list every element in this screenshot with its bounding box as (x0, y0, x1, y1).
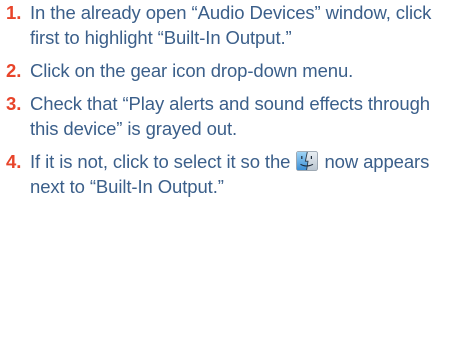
step-number: 4. (6, 151, 22, 172)
step-text-before-icon: If it is not, click to select it so the (30, 151, 291, 172)
step-number: 2. (6, 60, 22, 81)
instruction-list: 1. In the already open “Audio Devices” w… (6, 0, 456, 199)
step-text: Click on the gear icon drop-down menu. (30, 60, 354, 81)
step-text: In the already open “Audio Devices” wind… (30, 2, 432, 48)
step-item: 1. In the already open “Audio Devices” w… (6, 0, 456, 50)
step-text: Check that “Play alerts and sound effect… (30, 93, 430, 139)
step-item: 2. Click on the gear icon drop-down menu… (6, 58, 456, 83)
finder-icon (296, 151, 319, 171)
step-item: 4. If it is not, click to select it so t… (6, 149, 456, 199)
step-number: 3. (6, 93, 22, 114)
step-item: 3. Check that “Play alerts and sound eff… (6, 91, 456, 141)
step-number: 1. (6, 2, 22, 23)
